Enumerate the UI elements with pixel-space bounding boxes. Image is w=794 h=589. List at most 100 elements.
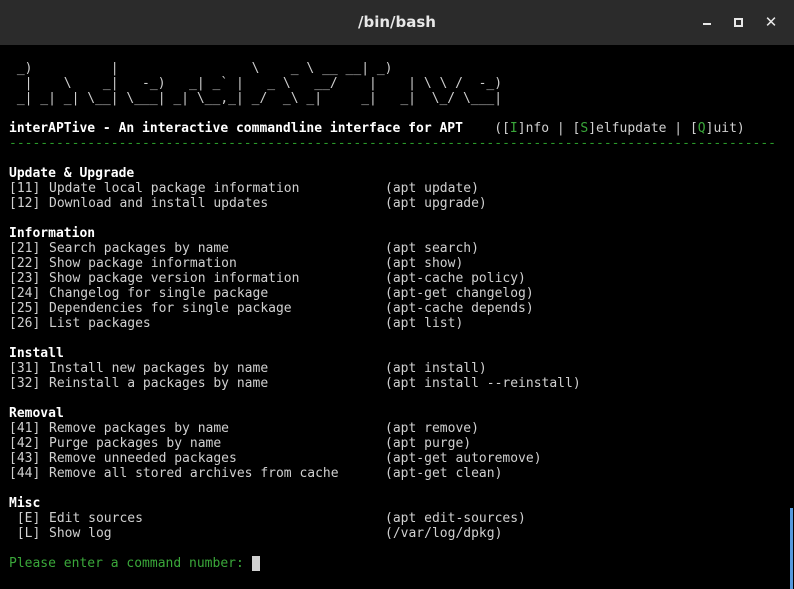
menu-item[interactable]: [E] Edit sources (apt edit-sources) (9, 511, 789, 526)
menu-item-description: Changelog for single package (49, 286, 269, 301)
menu-item-command: (apt remove) (385, 421, 479, 436)
menu-item-number: [24] (9, 286, 41, 301)
menu-item-number: [21] (9, 241, 41, 256)
menu-item[interactable]: [32] Reinstall a packages by name (apt ins… (9, 376, 789, 391)
terminal-content: _) | \ _ \ __ __| _) | \ _| -_) _| _` | … (9, 61, 789, 571)
menu-item-command: (apt-cache policy) (385, 271, 526, 286)
menu-item-number: [L] (9, 526, 41, 541)
terminal-area[interactable]: _) | \ _ \ __ __| _) | \ _| -_) _| _` | … (0, 45, 794, 589)
menu-item[interactable]: [43] Remove unneeded packages (apt-get aut… (9, 451, 789, 466)
app-header: interAPTive - An interactive commandline… (9, 121, 745, 136)
minimize-button[interactable] (697, 12, 717, 32)
menu-item-number: [41] (9, 421, 41, 436)
menu-item-description: Purge packages by name (49, 436, 222, 451)
prompt-text: Please enter a command number: (9, 556, 252, 571)
menu-item-number: [25] (9, 301, 41, 316)
menu-item-description: List packages (49, 316, 151, 331)
menu-item-command: (/var/log/dpkg) (385, 526, 503, 541)
menu-item-number: [42] (9, 436, 41, 451)
menu-item[interactable]: [41] Remove packages by name (apt remove) (9, 421, 789, 436)
menu-item-description: Update local package information (49, 181, 300, 196)
separator-line: ----------------------------------------… (9, 136, 777, 151)
menu-item-command: (apt-get clean) (385, 466, 503, 481)
menu-item-number: [43] (9, 451, 41, 466)
menu-item[interactable]: [11] Update local package information (apt… (9, 181, 789, 196)
text-cursor (251, 556, 260, 571)
maximize-button[interactable] (728, 12, 748, 32)
close-button[interactable]: ✕ (761, 12, 781, 32)
menu-item-description: Edit sources (49, 511, 143, 526)
menu-item[interactable]: [31] Install new packages by name (apt ins… (9, 361, 789, 376)
menu-item-number: [E] (9, 511, 41, 526)
menu-item-number: [22] (9, 256, 41, 271)
menu-item[interactable]: [21] Search packages by name (apt search) (9, 241, 789, 256)
window-title: /bin/bash (358, 13, 436, 31)
ascii-banner-line-2: | \ _| -_) _| _` | _ \ __/ | | \ \ / -_) (9, 76, 503, 91)
menu-item-number: [32] (9, 376, 41, 391)
menu-item-number: [23] (9, 271, 41, 286)
menu-item-description: Reinstall a packages by name (49, 376, 269, 391)
menu-item-description: Install new packages by name (49, 361, 269, 376)
menu-item[interactable]: [22] Show package information (apt show) (9, 256, 789, 271)
window-titlebar[interactable]: /bin/bash ✕ (0, 0, 794, 45)
ascii-banner-line-3: _| _| _| \__| \___| _| \__,_| _/ _\ _| _… (9, 91, 503, 106)
minimize-icon (703, 23, 711, 25)
menu-item-command: (apt list) (385, 316, 464, 331)
ascii-banner-line-1: _) | \ _ \ __ __| _) (9, 61, 393, 76)
menu-item-command: (apt install) (385, 361, 487, 376)
menu-item-command: (apt purge) (385, 436, 472, 451)
section-title: Information (9, 226, 96, 241)
menu-item-command: (apt-get changelog) (385, 286, 534, 301)
menu-item[interactable]: [44] Remove all stored archives from cach… (9, 466, 789, 481)
menu-item-command: (apt search) (385, 241, 479, 256)
selfupdate-option[interactable]: [S]elfupdate (573, 121, 667, 136)
menu-item-description: Remove unneeded packages (49, 451, 237, 466)
menu-item[interactable]: [23] Show package version information (apt… (9, 271, 789, 286)
menu-item[interactable]: [42] Purge packages by name (apt purge) (9, 436, 789, 451)
section-title: Install (9, 346, 64, 361)
quit-option[interactable]: [Q]uit) (690, 121, 745, 136)
menu-item-description: Show package information (49, 256, 237, 271)
menu-item[interactable]: [12] Download and install updates (apt upg… (9, 196, 789, 211)
menu-item-number: [31] (9, 361, 41, 376)
menu-item-command: (apt-cache depends) (385, 301, 534, 316)
menu-item-command: (apt-get autoremove) (385, 451, 542, 466)
command-prompt[interactable]: Please enter a command number: (9, 556, 789, 571)
close-icon: ✕ (764, 13, 778, 31)
menu-item-description: Show package version information (49, 271, 300, 286)
menu-item[interactable]: [26] List packages (apt list) (9, 316, 789, 331)
menu-item[interactable]: [24] Changelog for single package (apt-get… (9, 286, 789, 301)
menu-item-number: [26] (9, 316, 41, 331)
menu-item-description: Search packages by name (49, 241, 230, 256)
menu-item-command: (apt edit-sources) (385, 511, 526, 526)
menu-item-description: Remove packages by name (49, 421, 230, 436)
menu-item-number: [44] (9, 466, 41, 481)
menu-item-command: (apt update) (385, 181, 479, 196)
section-title: Update & Upgrade (9, 166, 135, 181)
menu-item-command: (apt upgrade) (385, 196, 487, 211)
app-title: interAPTive - An interactive commandline… (9, 121, 463, 136)
menu-item-description: Download and install updates (49, 196, 269, 211)
menu-item[interactable]: [25] Dependencies for single package (apt-… (9, 301, 789, 316)
menu-item-description: Show log (49, 526, 112, 541)
menu: Update & Upgrade [11] Update local package… (9, 166, 789, 541)
menu-item-number: [11] (9, 181, 41, 196)
menu-item-number: [12] (9, 196, 41, 211)
menu-item-command: (apt install --reinstall) (385, 376, 581, 391)
menu-item-description: Dependencies for single package (49, 301, 292, 316)
terminal-window: /bin/bash ✕ _) | \ _ \ __ __| _) | \ _| … (0, 0, 794, 589)
maximize-icon (734, 18, 743, 27)
menu-item-command: (apt show) (385, 256, 464, 271)
section-title: Removal (9, 406, 64, 421)
section-title: Misc (9, 496, 41, 511)
info-option[interactable]: ([I]nfo (494, 121, 549, 136)
menu-item[interactable]: [L] Show log (/var/log/dpkg) (9, 526, 789, 541)
scrollbar[interactable] (790, 508, 793, 589)
